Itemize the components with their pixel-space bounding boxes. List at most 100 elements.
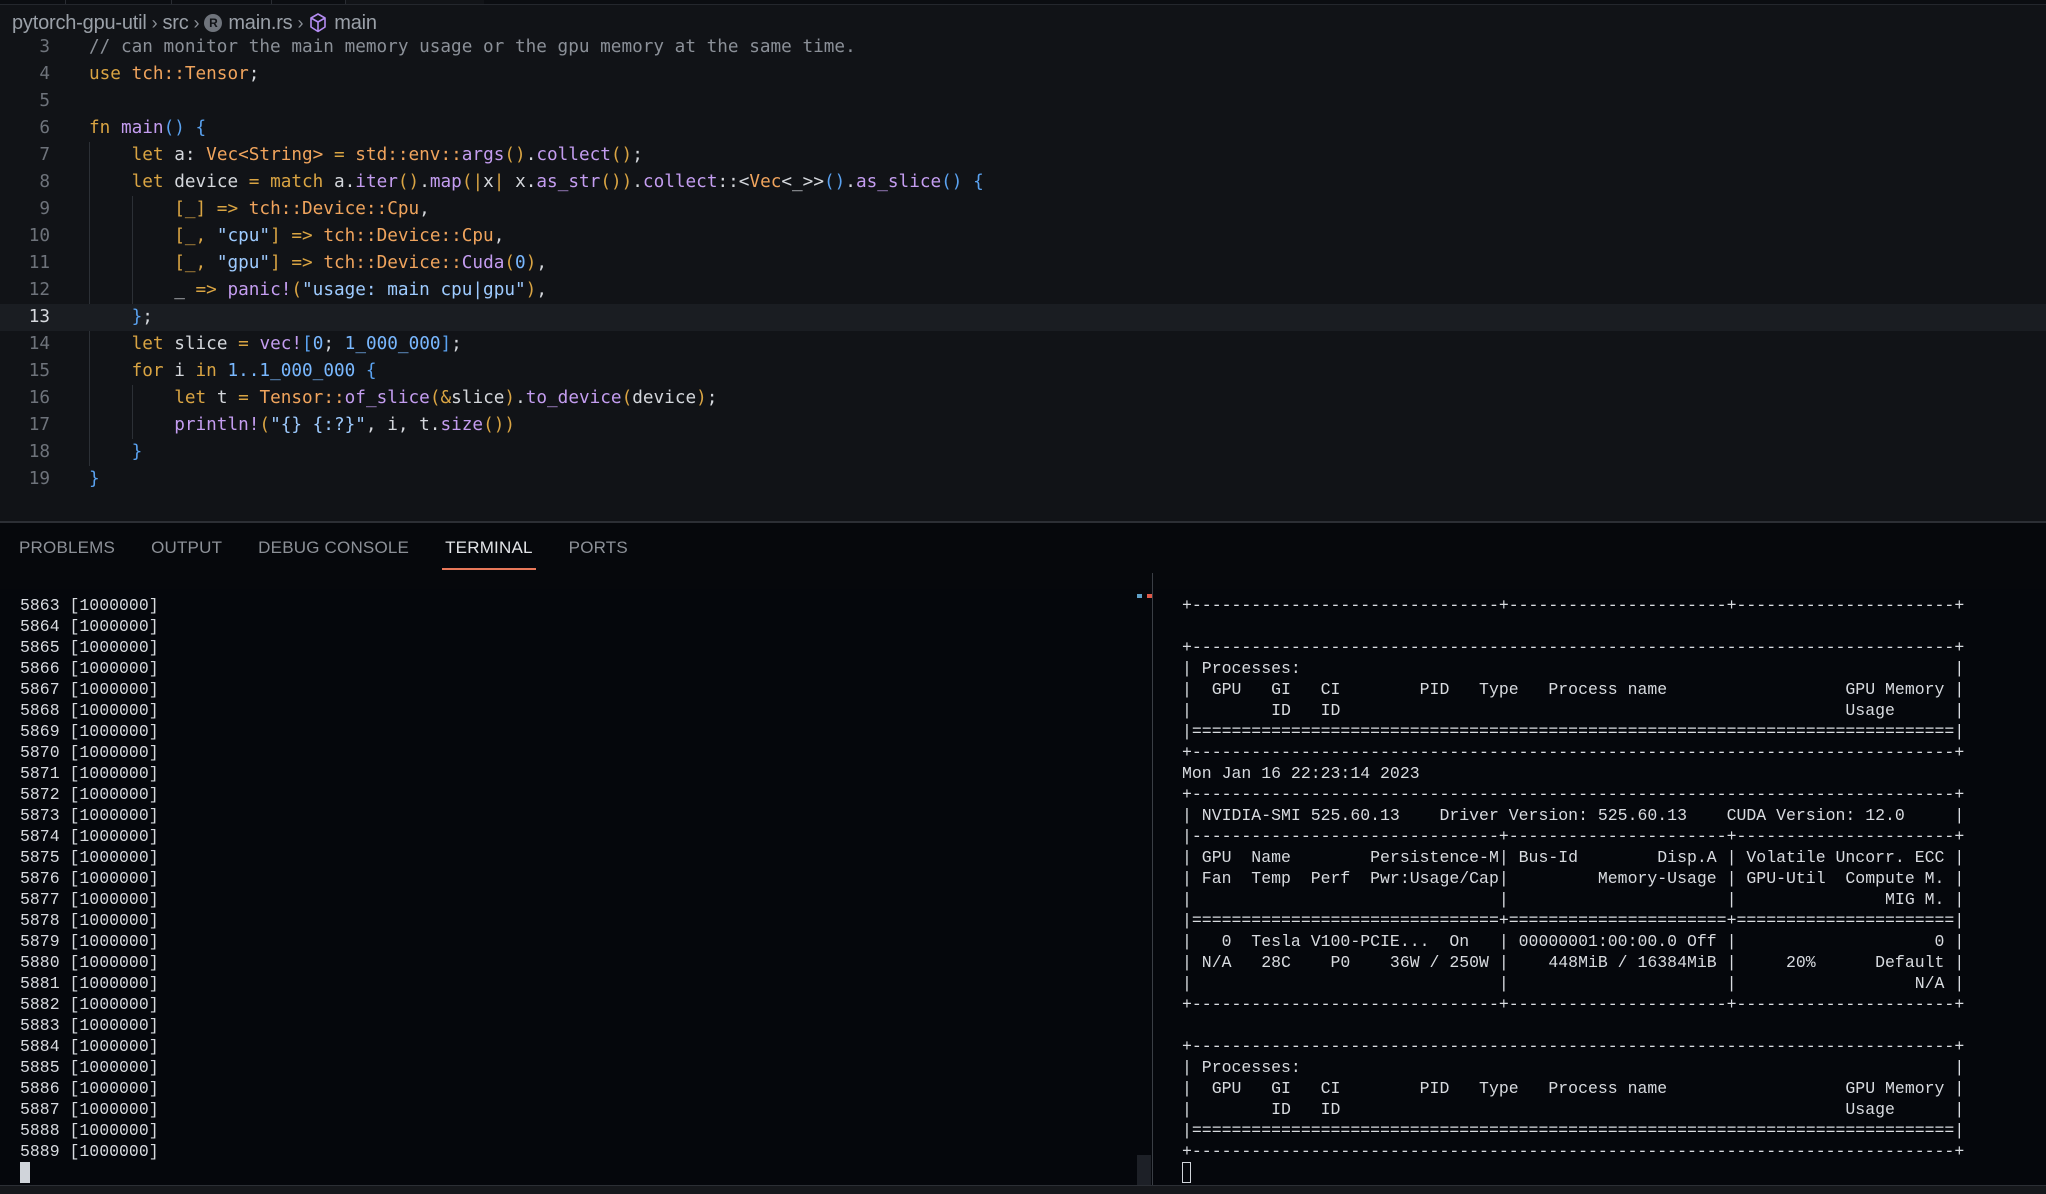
code-line[interactable]: 3 // can monitor the main memory usage or…: [0, 34, 2046, 61]
code-text: }: [89, 439, 143, 466]
terminal-line: | ID ID Usage |: [1182, 1100, 1965, 1119]
code-line[interactable]: 16 let t = Tensor::of_slice(&slice).to_d…: [0, 385, 2046, 412]
line-number: 4: [39, 64, 50, 84]
code-text: fn main() {: [89, 115, 206, 142]
line-number: 5: [39, 91, 50, 111]
code-token: ]: [270, 253, 281, 273]
terminal-line: | 0 Tesla V100-PCIE... On | 00000001:00:…: [1182, 932, 1965, 951]
code-line[interactable]: 19}: [0, 466, 2046, 493]
terminal-line: 5888 [1000000]: [20, 1121, 159, 1140]
terminal-line: 5886 [1000000]: [20, 1079, 159, 1098]
terminal-line: +---------------------------------------…: [1182, 1037, 1965, 1056]
terminal-line: 5864 [1000000]: [20, 617, 159, 636]
code-token: _: [174, 280, 196, 300]
terminal-line: |===============================+=======…: [1182, 911, 1965, 930]
code-line[interactable]: 12 _ => panic!("usage: main cpu|gpu"),: [0, 277, 2046, 304]
code-token: Vec: [749, 172, 782, 192]
code-token: of_slice: [344, 388, 430, 408]
code-token: tch::Device::Cpu: [248, 199, 420, 219]
line-number: 18: [28, 442, 50, 462]
line-number: 7: [39, 145, 50, 165]
tab-terminal[interactable]: TERMINAL: [442, 538, 536, 570]
code-token: [: [302, 334, 313, 354]
terminal-line: +-------------------------------+-------…: [1182, 995, 1965, 1014]
code-token: }: [131, 442, 143, 462]
terminal-line: | GPU GI CI PID Type Process name GPU Me…: [1182, 680, 1965, 699]
code-token: in: [195, 361, 228, 381]
terminal-line: 5869 [1000000]: [20, 722, 159, 741]
code-text: let device = match a.iter().map(|x| x.as…: [89, 169, 984, 196]
code-text: [_] => tch::Device::Cpu,: [89, 196, 430, 223]
code-token: ): [525, 253, 537, 273]
breadcrumb-item-src[interactable]: src: [162, 12, 188, 35]
code-line[interactable]: 7 let a: Vec<String> = std::env::args().…: [0, 142, 2046, 169]
breadcrumb-item-folder[interactable]: pytorch-gpu-util: [12, 12, 147, 35]
code-token: 0: [515, 253, 526, 273]
terminal-line: 5875 [1000000]: [20, 848, 159, 867]
code-line[interactable]: 8 let device = match a.iter().map(|x| x.…: [0, 169, 2046, 196]
code-token: device: [174, 172, 249, 192]
breadcrumb-item-file[interactable]: main.rs: [228, 12, 292, 35]
terminal-line: 5878 [1000000]: [20, 911, 159, 930]
code-token: ): [696, 388, 707, 408]
tab-problems[interactable]: PROBLEMS: [19, 538, 115, 570]
line-number: 8: [39, 172, 50, 192]
code-line[interactable]: 13 };: [0, 304, 2046, 331]
code-token: (: [461, 172, 473, 192]
tab-output[interactable]: OUTPUT: [151, 538, 222, 570]
code-line[interactable]: 14 let slice = vec![0; 1_000_000];: [0, 331, 2046, 358]
code-line[interactable]: 17 println!("{} {:?}", i, t.size()): [0, 412, 2046, 439]
code-token: =>: [280, 226, 324, 246]
rust-file-icon: R: [204, 14, 223, 32]
terminal-prompt-line[interactable]: [20, 1162, 1130, 1183]
terminal-line: 5881 [1000000]: [20, 974, 159, 993]
terminal-line: Mon Jan 16 22:23:14 2023: [1182, 764, 1420, 783]
code-editor[interactable]: 3 // can monitor the main memory usage or…: [0, 34, 2046, 521]
terminal-line: 5867 [1000000]: [20, 680, 159, 699]
terminal-line: 5889 [1000000]: [20, 1142, 159, 1161]
terminal-line: |=======================================…: [1182, 1121, 1965, 1140]
code-token: ;: [632, 145, 643, 165]
line-number: 3: [39, 37, 50, 57]
bottom-panel: PROBLEMS OUTPUT DEBUG CONSOLE TERMINAL P…: [0, 521, 2046, 1187]
code-token: as_str: [536, 172, 601, 192]
code-token: (: [429, 388, 441, 408]
code-token: (: [259, 415, 271, 435]
code-line[interactable]: 15 for i in 1..1_000_000 {: [0, 358, 2046, 385]
code-text: use tch::Tensor;: [89, 61, 259, 88]
terminal-line: 5876 [1000000]: [20, 869, 159, 888]
code-token: Cuda: [461, 253, 505, 273]
breadcrumb-item-symbol[interactable]: main: [334, 12, 377, 35]
code-token: main: [120, 118, 164, 138]
tab-ports[interactable]: PORTS: [569, 538, 628, 570]
code-token: [_]: [174, 199, 207, 219]
terminal-line: +---------------------------------------…: [1182, 638, 1965, 657]
code-line[interactable]: 10 [_, "cpu"] => tch::Device::Cpu,: [0, 223, 2046, 250]
code-token: tch::Device::: [323, 253, 462, 273]
scroll-marker-red: [1147, 594, 1152, 598]
code-token: fn: [89, 118, 121, 138]
line-number: 15: [28, 361, 50, 381]
terminal-left-output: 5863 [1000000] 5864 [1000000] 5865 [100000…: [20, 595, 1130, 1185]
terminal-line: 5873 [1000000]: [20, 806, 159, 825]
terminal-line: 5871 [1000000]: [20, 764, 159, 783]
scroll-marker-blue: [1137, 594, 1142, 598]
code-line[interactable]: 5: [0, 88, 2046, 115]
terminal-scrollbar-thumb[interactable]: [1137, 1155, 1151, 1185]
terminal-prompt-line[interactable]: [1182, 1162, 2032, 1183]
code-line[interactable]: 4 use tch::Tensor;: [0, 61, 2046, 88]
code-line[interactable]: 18 }: [0, 439, 2046, 466]
terminal-split-sash[interactable]: [1152, 573, 1153, 1185]
code-token: as_slice: [855, 172, 942, 192]
code-token: slice: [451, 388, 505, 408]
code-line[interactable]: 6 fn main() {: [0, 115, 2046, 142]
code-token: collect: [642, 172, 718, 192]
code-line[interactable]: 9 [_] => tch::Device::Cpu,: [0, 196, 2046, 223]
line-number: 12: [28, 280, 50, 300]
tab-debug-console[interactable]: DEBUG CONSOLE: [258, 538, 409, 570]
terminal-line: | | | N/A |: [1182, 974, 1965, 993]
code-line[interactable]: 11 [_, "gpu"] => tch::Device::Cuda(0),: [0, 250, 2046, 277]
code-token: "usage: main cpu|gpu": [302, 280, 526, 300]
